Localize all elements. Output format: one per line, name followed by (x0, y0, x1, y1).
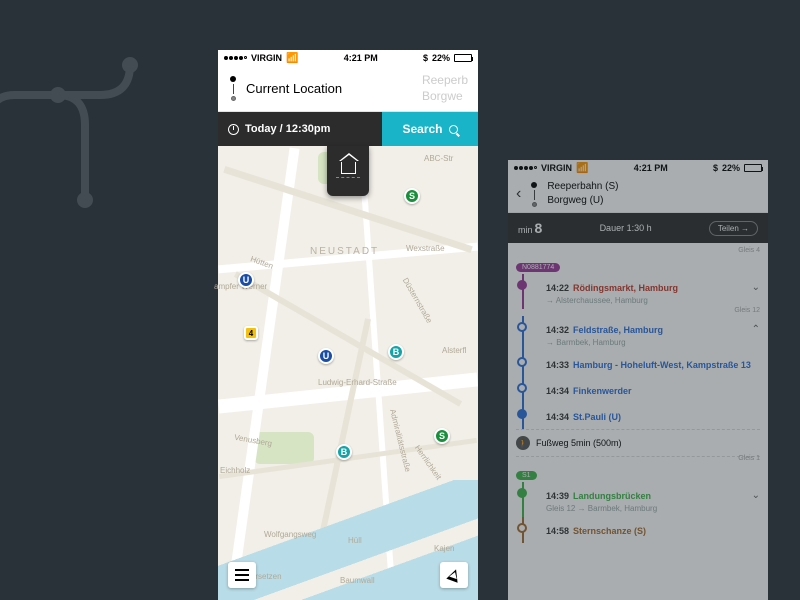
statusbar-time: 4:21 PM (344, 53, 378, 63)
navigate-icon (446, 567, 461, 582)
search-button[interactable]: Search (382, 112, 478, 146)
journey-leg[interactable]: 14:22Rödingsmarkt, Hamburg⌄ → Alsterchau… (522, 274, 760, 309)
wifi-icon: 📶 (576, 163, 588, 174)
location-field[interactable]: Current Location Reeperb Borgwe (218, 66, 478, 112)
battery-pct: 22% (432, 53, 450, 63)
line-pin-4[interactable]: 4 (244, 326, 258, 340)
journey-leg[interactable]: 14:39Landungsbrücken⌄ Gleis 12 → Barmbek… (522, 482, 760, 517)
search-label: Search (402, 122, 442, 136)
battery-icon (454, 54, 472, 62)
road-label: Wolfgangsweg (264, 530, 316, 539)
route-to: Borgweg (U) (547, 194, 618, 208)
journey-leg[interactable]: 14:34Finkenwerder (522, 377, 760, 403)
district-label: NEUSTADT (310, 246, 379, 257)
time-picker-label: Today / 12:30pm (245, 123, 330, 135)
ghost-destinations: Reeperb Borgwe (422, 73, 468, 104)
station-pin-s[interactable]: S (404, 188, 420, 204)
road-label: Kajen (434, 544, 454, 553)
road-label: Düsternstraße (401, 276, 434, 324)
line-badge: N0881774 (516, 263, 560, 272)
walk-segment: 🚶 Fußweg 5min (500m) (516, 429, 760, 457)
hamburger-icon (235, 574, 249, 576)
search-toolbar: Today / 12:30pm Search (218, 112, 478, 146)
battery-icon (744, 164, 762, 172)
journey-leg[interactable]: 14:34St.Pauli (U) (522, 403, 760, 429)
phone-primary: VIRGIN 📶 4:21 PM $ 22% Current Location … (218, 50, 478, 600)
wifi-icon: 📶 (286, 53, 298, 64)
carrier-label: VIRGIN (541, 163, 572, 173)
phone-secondary: VIRGIN 📶 4:21 PM $ 22% ‹ Reeperbahn (S) … (508, 160, 768, 600)
station-pin-u[interactable]: U (318, 348, 334, 364)
home-icon (341, 162, 356, 174)
share-button[interactable]: Teilen → (709, 221, 758, 236)
road-label: Wexstraße (406, 244, 445, 253)
bluetooth-icon: $ (713, 163, 718, 173)
time-picker[interactable]: Today / 12:30pm (218, 112, 382, 146)
back-button[interactable]: ‹ (516, 185, 521, 203)
road-label: Alsterfl (442, 346, 466, 355)
route-dots-icon (228, 76, 238, 101)
journey-list[interactable]: Gleis 4 N0881774 14:22Rödingsmarkt, Hamb… (508, 243, 768, 543)
chevron-up-icon[interactable]: ⌃ (752, 324, 760, 335)
signal-dots-icon (224, 56, 247, 60)
signal-dots-icon (514, 166, 537, 170)
station-pin-b[interactable]: B (388, 344, 404, 360)
menu-button[interactable] (228, 562, 256, 588)
line-badge: S1 (516, 471, 537, 480)
home-shortcut[interactable] (327, 146, 369, 196)
road-label: ABC-Str (424, 154, 453, 163)
status-bar: VIRGIN 📶 4:21 PM $ 22% (218, 50, 478, 66)
clock-icon (228, 124, 239, 135)
platform-label: Gleis 4 (516, 247, 760, 254)
station-pin-s[interactable]: S (434, 428, 450, 444)
journey-leg[interactable]: 14:33Hamburg - Hoheluft-West, Kampstraße… (522, 351, 760, 377)
walk-label: Fußweg 5min (500m) (536, 438, 622, 448)
bluetooth-icon: $ (423, 53, 428, 63)
journey-leg[interactable]: 14:32Feldstraße, Hamburg⌃ → Barmbek, Ham… (522, 316, 760, 351)
platform-label: Gleis 1 (516, 455, 760, 462)
walk-icon: 🚶 (516, 436, 530, 450)
map-canvas[interactable]: NEUSTADT Ludwig-Erhard-Straße Wexstraße … (218, 146, 478, 600)
road-label: Hüll (348, 536, 362, 545)
chevron-down-icon[interactable]: ⌄ (752, 282, 760, 293)
status-bar: VIRGIN 📶 4:21 PM $ 22% (508, 160, 768, 176)
road-label: Admiralitätsstraße (388, 408, 412, 473)
summary-strip: min 8 Dauer 1:30 h Teilen → (508, 213, 768, 243)
route-dots-icon (529, 182, 539, 207)
duration-label: Dauer 1:30 h (600, 223, 652, 233)
road-label: Ludwig-Erhard-Straße (318, 378, 397, 387)
road-label: Baumwall (340, 576, 375, 585)
chevron-down-icon[interactable]: ⌄ (752, 490, 760, 501)
locate-button[interactable] (440, 562, 468, 588)
battery-pct: 22% (722, 163, 740, 173)
station-pin-u[interactable]: U (238, 272, 254, 288)
minutes-value: 8 (535, 220, 543, 236)
road-label: Eichholz (220, 466, 250, 475)
journey-leg[interactable]: 14:58Sternschanze (S) (522, 517, 760, 543)
station-pin-b[interactable]: B (336, 444, 352, 460)
location-text: Current Location (246, 81, 414, 96)
statusbar-time: 4:21 PM (634, 163, 668, 173)
route-from: Reeperbahn (S) (547, 180, 618, 194)
route-header: ‹ Reeperbahn (S) Borgweg (U) (508, 176, 768, 213)
search-icon (449, 125, 458, 134)
carrier-label: VIRGIN (251, 53, 282, 63)
brand-logo-background (0, 50, 180, 220)
